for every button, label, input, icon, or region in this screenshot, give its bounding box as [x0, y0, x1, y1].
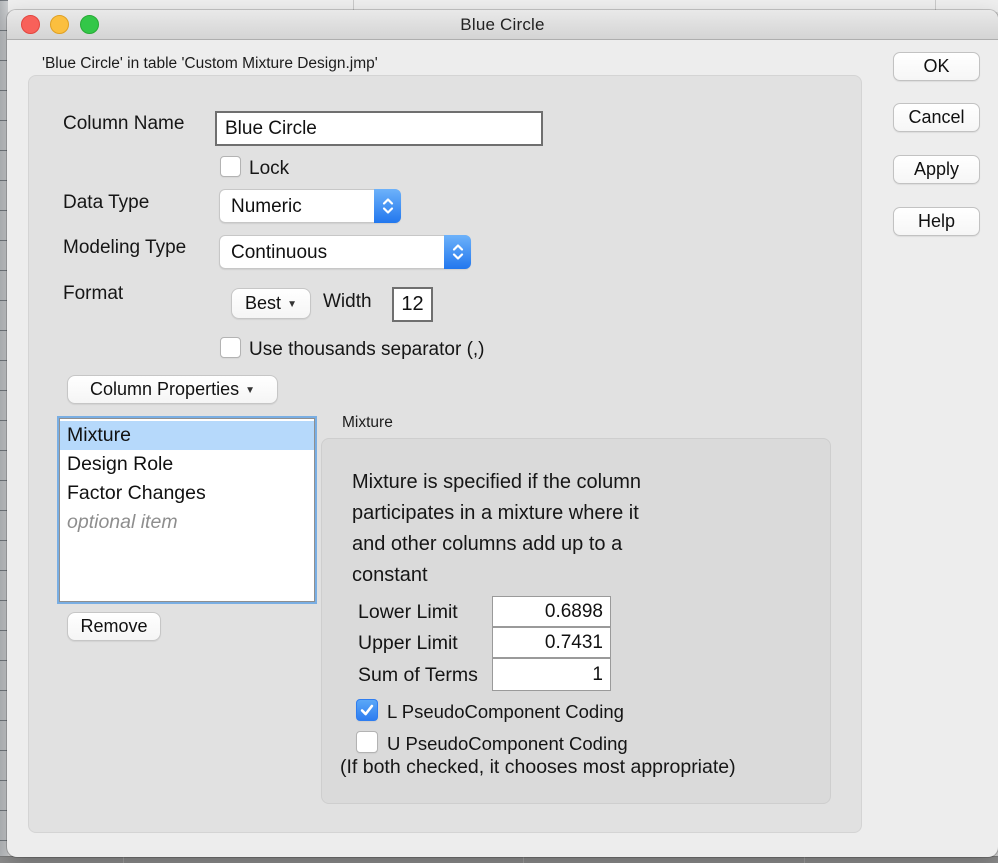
- remove-button[interactable]: Remove: [67, 612, 161, 641]
- screen: Blue Circle 'Blue Circle' in table 'Cust…: [0, 0, 998, 863]
- mixture-panel: Mixture is specified if the column parti…: [321, 438, 831, 804]
- u-pseudocomponent-label: U PseudoComponent Coding: [387, 733, 628, 755]
- mixture-description-line: participates in a mixture where it: [352, 498, 641, 529]
- column-name-input[interactable]: [215, 111, 543, 146]
- l-pseudocomponent-checkbox[interactable]: [356, 699, 378, 721]
- sum-of-terms-label: Sum of Terms: [358, 664, 478, 687]
- upper-limit-input[interactable]: [492, 627, 611, 658]
- stepper-icon: [374, 189, 401, 223]
- u-pseudocomponent-checkbox[interactable]: [356, 731, 378, 753]
- properties-listbox[interactable]: Mixture Design Role Factor Changes optio…: [59, 418, 315, 602]
- data-type-label: Data Type: [63, 192, 149, 214]
- mixture-description-line: Mixture is specified if the column: [352, 467, 641, 498]
- modeling-type-label: Modeling Type: [63, 237, 186, 259]
- width-input[interactable]: [392, 287, 433, 322]
- lower-limit-input[interactable]: [492, 596, 611, 627]
- background-gridline: [804, 857, 805, 863]
- thousands-separator-checkbox[interactable]: [220, 337, 241, 358]
- modeling-type-value: Continuous: [231, 242, 327, 264]
- mixture-note: (If both checked, it chooses most approp…: [340, 756, 736, 779]
- column-name-label: Column Name: [63, 113, 184, 135]
- modeling-type-select[interactable]: Continuous: [219, 235, 471, 269]
- sum-of-terms-input[interactable]: [492, 658, 611, 691]
- cancel-button[interactable]: Cancel: [893, 103, 980, 132]
- mixture-panel-title: Mixture: [342, 414, 393, 432]
- column-info-dialog: Blue Circle 'Blue Circle' in table 'Cust…: [7, 10, 998, 857]
- format-best-value: Best: [245, 293, 281, 314]
- list-item-factor-changes[interactable]: Factor Changes: [60, 479, 314, 508]
- data-type-value: Numeric: [231, 196, 302, 218]
- lock-label: Lock: [249, 158, 289, 180]
- data-type-select[interactable]: Numeric: [219, 189, 401, 223]
- list-item-optional[interactable]: optional item: [60, 508, 314, 537]
- checkmark-icon: [358, 701, 376, 719]
- mixture-description: Mixture is specified if the column parti…: [352, 467, 641, 591]
- thousands-separator-label: Use thousands separator (,): [249, 339, 485, 361]
- list-item-mixture[interactable]: Mixture: [60, 421, 314, 450]
- column-settings-panel: Column Name Lock Data Type Numeric Model…: [28, 75, 862, 833]
- lock-checkbox[interactable]: [220, 156, 241, 177]
- width-label: Width: [323, 291, 372, 313]
- column-properties-dropdown[interactable]: Column Properties ▼: [67, 375, 278, 404]
- l-pseudocomponent-label: L PseudoComponent Coding: [387, 701, 624, 723]
- dropdown-arrow-icon: ▼: [287, 300, 297, 310]
- format-label: Format: [63, 283, 123, 305]
- background-gridline: [523, 857, 524, 863]
- help-button[interactable]: Help: [893, 207, 980, 236]
- column-properties-label: Column Properties: [90, 379, 239, 400]
- mixture-description-line: and other columns add up to a: [352, 529, 641, 560]
- list-item-design-role[interactable]: Design Role: [60, 450, 314, 479]
- apply-button[interactable]: Apply: [893, 155, 980, 184]
- title-bar[interactable]: Blue Circle: [7, 10, 998, 40]
- window-title: Blue Circle: [7, 15, 998, 35]
- stepper-icon: [444, 235, 471, 269]
- ok-button[interactable]: OK: [893, 52, 980, 81]
- lower-limit-label: Lower Limit: [358, 601, 458, 624]
- background-gridline: [123, 857, 124, 863]
- format-best-dropdown[interactable]: Best ▼: [231, 288, 311, 319]
- background-bottom-strip: [0, 856, 998, 863]
- mixture-description-line: constant: [352, 560, 641, 591]
- dialog-subtitle: 'Blue Circle' in table 'Custom Mixture D…: [42, 55, 378, 73]
- upper-limit-label: Upper Limit: [358, 632, 458, 655]
- dropdown-arrow-icon: ▼: [245, 386, 255, 396]
- remove-button-label: Remove: [80, 616, 147, 637]
